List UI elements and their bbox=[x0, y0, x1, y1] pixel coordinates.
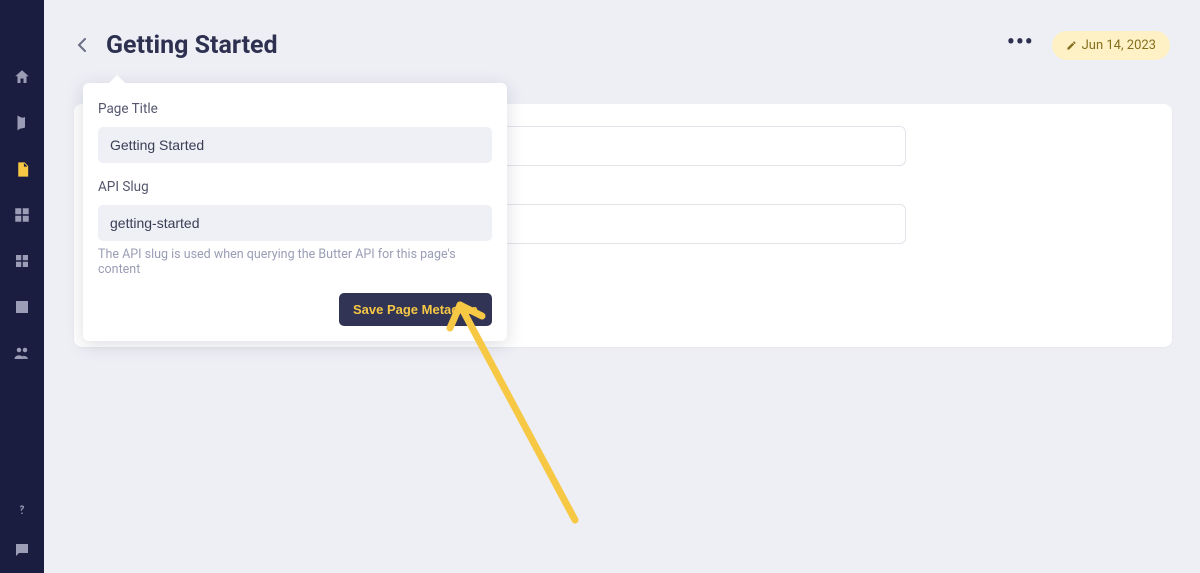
users-icon bbox=[13, 344, 31, 362]
sidebar-bottom bbox=[0, 499, 44, 559]
sidebar-item-pages[interactable] bbox=[0, 146, 44, 192]
date-badge[interactable]: Jun 14, 2023 bbox=[1052, 31, 1170, 60]
page-title-label: Page Title bbox=[98, 101, 492, 117]
save-page-metadata-button[interactable]: Save Page Metadata bbox=[339, 293, 492, 326]
sidebar-item-blog[interactable] bbox=[0, 100, 44, 146]
chat-icon bbox=[13, 541, 31, 559]
image-icon bbox=[13, 298, 31, 316]
sidebar-item-media[interactable] bbox=[0, 284, 44, 330]
sidebar-item-home[interactable] bbox=[0, 54, 44, 100]
sidebar-item-components[interactable] bbox=[0, 238, 44, 284]
chevron-left-icon bbox=[77, 38, 87, 52]
page-title: Getting Started bbox=[106, 31, 278, 60]
sidebar-item-collections[interactable] bbox=[0, 192, 44, 238]
help-icon bbox=[14, 499, 30, 521]
api-slug-helper: The API slug is used when querying the B… bbox=[98, 247, 492, 277]
blog-icon bbox=[13, 114, 31, 132]
pencil-icon bbox=[1066, 40, 1077, 51]
grid-icon bbox=[13, 206, 31, 224]
page-title-input[interactable] bbox=[98, 127, 492, 163]
sidebar-chat[interactable] bbox=[0, 541, 44, 559]
api-slug-label: API Slug bbox=[98, 179, 492, 195]
header-actions: ••• Jun 14, 2023 bbox=[1007, 30, 1170, 61]
more-menu-button[interactable]: ••• bbox=[1007, 30, 1034, 61]
pages-icon bbox=[14, 161, 31, 178]
left-sidebar bbox=[0, 0, 44, 573]
page-header: Getting Started ••• Jun 14, 2023 bbox=[44, 0, 1200, 90]
back-button[interactable] bbox=[74, 37, 90, 53]
sidebar-item-users[interactable] bbox=[0, 330, 44, 376]
api-slug-input[interactable] bbox=[98, 205, 492, 241]
date-label: Jun 14, 2023 bbox=[1082, 38, 1156, 53]
sidebar-help[interactable] bbox=[0, 499, 44, 521]
metadata-popover: Page Title API Slug The API slug is used… bbox=[83, 83, 507, 341]
blocks-icon bbox=[13, 252, 31, 270]
home-icon bbox=[13, 68, 31, 86]
